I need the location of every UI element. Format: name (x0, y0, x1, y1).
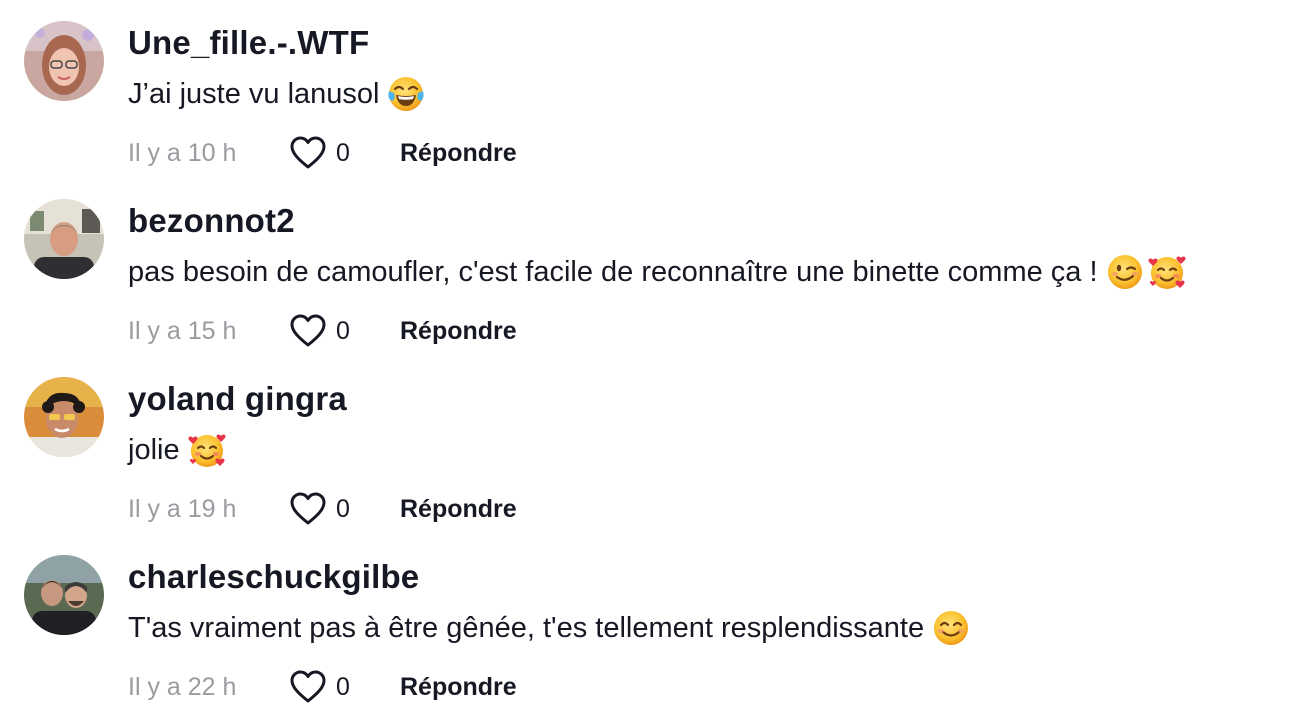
heart-outline-icon[interactable] (290, 492, 326, 526)
reply-button[interactable]: Répondre (400, 495, 517, 524)
smiling-face-with-hearts-emoji (187, 430, 227, 470)
comment-item: Une_fille.-.WTF J’ai juste vu lanusol Il… (24, 21, 1294, 191)
comment-item: bezonnot2 pas besoin de camoufler, c'est… (24, 199, 1294, 369)
like-count: 0 (336, 316, 350, 345)
like-button[interactable]: 0 (290, 670, 400, 704)
like-count: 0 (336, 138, 350, 167)
username[interactable]: yoland gingra (128, 380, 347, 418)
like-count: 0 (336, 494, 350, 523)
comment-meta: Il y a 22 h 0 Répondre (128, 667, 517, 707)
smiling-face-with-hearts-emoji (1147, 252, 1187, 292)
avatar[interactable] (24, 555, 104, 635)
comment-text-content: pas besoin de camoufler, c'est facile de… (128, 255, 1098, 288)
heart-outline-icon[interactable] (290, 670, 326, 704)
comment-item: yoland gingra jolie Il y a 19 h 0 Répond… (24, 377, 1294, 547)
smiling-face-with-smiling-eyes-emoji (931, 608, 971, 648)
heart-outline-icon[interactable] (290, 136, 326, 170)
comment-text-content: T'as vraiment pas à être gênée, t'es tel… (128, 611, 925, 644)
timestamp: Il y a 19 h (128, 494, 237, 523)
comment-text: J’ai juste vu lanusol (128, 74, 426, 114)
username[interactable]: charleschuckgilbe (128, 558, 419, 596)
face-with-tears-of-joy-emoji (386, 74, 426, 114)
username[interactable]: bezonnot2 (128, 202, 295, 240)
like-count: 0 (336, 672, 350, 701)
username[interactable]: Une_fille.-.WTF (128, 24, 369, 62)
heart-outline-icon[interactable] (290, 314, 326, 348)
comment-meta: Il y a 10 h 0 Répondre (128, 133, 517, 173)
like-button[interactable]: 0 (290, 136, 400, 170)
reply-button[interactable]: Répondre (400, 317, 517, 346)
avatar[interactable] (24, 21, 104, 101)
timestamp: Il y a 22 h (128, 672, 237, 701)
avatar[interactable] (24, 377, 104, 457)
comment-item: charleschuckgilbe T'as vraiment pas à êt… (24, 555, 1294, 725)
comment-meta: Il y a 19 h 0 Répondre (128, 489, 517, 529)
comment-text-content: J’ai juste vu lanusol (128, 77, 380, 110)
comment-text: T'as vraiment pas à être gênée, t'es tel… (128, 608, 971, 648)
comment-text: jolie (128, 430, 227, 470)
timestamp: Il y a 10 h (128, 138, 237, 167)
timestamp: Il y a 15 h (128, 316, 237, 345)
reply-button[interactable]: Répondre (400, 673, 517, 702)
comment-text: pas besoin de camoufler, c'est facile de… (128, 252, 1187, 292)
comment-text-content: jolie (128, 433, 180, 466)
comment-meta: Il y a 15 h 0 Répondre (128, 311, 517, 351)
like-button[interactable]: 0 (290, 314, 400, 348)
avatar[interactable] (24, 199, 104, 279)
like-button[interactable]: 0 (290, 492, 400, 526)
winking-face-emoji (1105, 252, 1145, 292)
reply-button[interactable]: Répondre (400, 139, 517, 168)
